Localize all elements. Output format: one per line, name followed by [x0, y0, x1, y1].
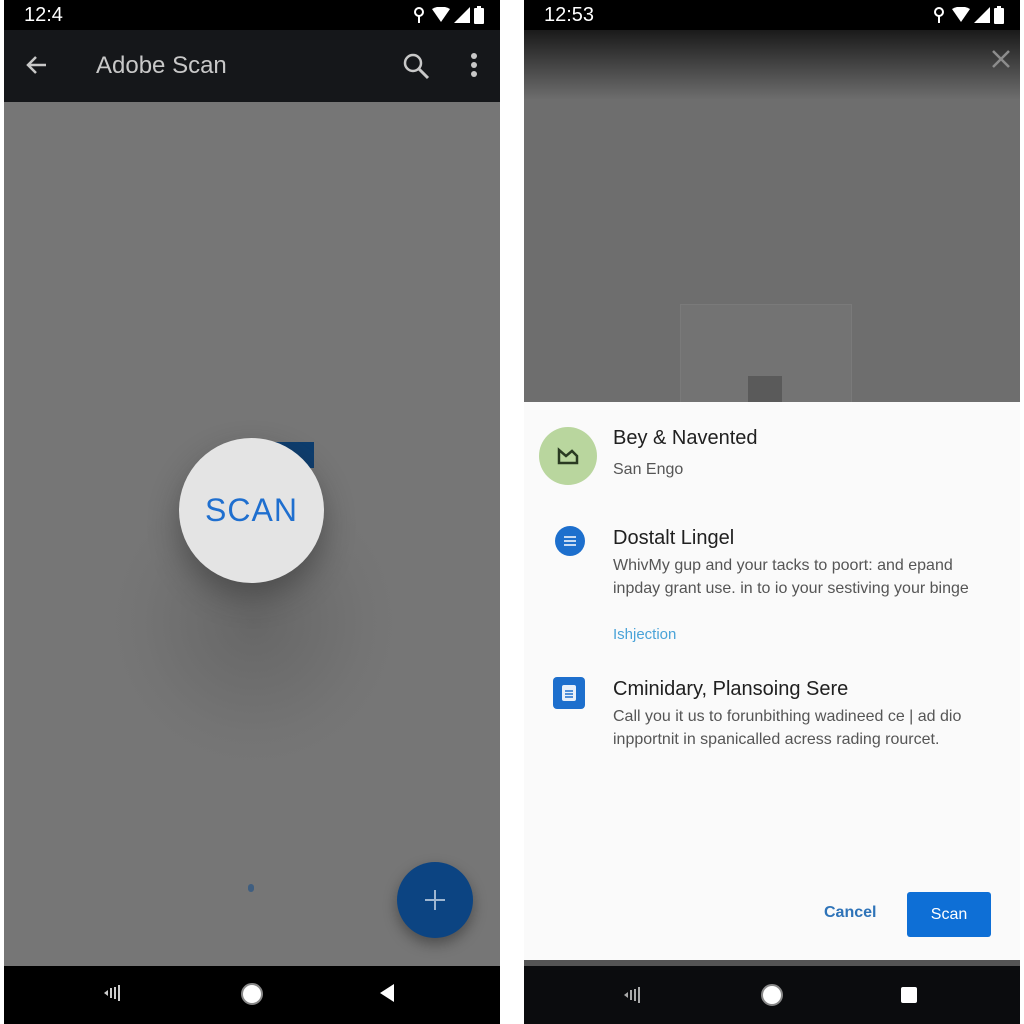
wifi-icon	[952, 7, 970, 22]
inbox-icon	[557, 447, 579, 465]
camera-preview-object	[748, 376, 782, 404]
status-time: 12:4	[24, 4, 63, 26]
status-icons	[930, 6, 1004, 24]
battery-icon	[474, 6, 484, 24]
add-fab-button[interactable]	[397, 862, 473, 938]
status-time: 12:53	[544, 4, 595, 26]
cancel-button[interactable]: Cancel	[824, 904, 876, 922]
hotspot-icon	[934, 7, 944, 23]
item-title: Bey & Navented	[613, 427, 758, 449]
scan-confirm-button[interactable]: Scan	[907, 892, 991, 937]
close-icon[interactable]	[990, 48, 1012, 70]
status-bar: 12:4	[4, 0, 500, 30]
signal-icon	[454, 7, 470, 23]
search-icon[interactable]	[402, 52, 430, 80]
nav-bar	[524, 966, 1020, 1024]
more-vert-icon[interactable]	[470, 52, 478, 78]
scan-confirm-label: Scan	[930, 905, 968, 923]
status-bar: 12:53	[524, 0, 1020, 30]
list-icon-circle	[555, 526, 585, 556]
item-body: Call you it us to forunbithing wadineed …	[613, 708, 962, 748]
item-body: WhivMy gup and your tacks to poort: and …	[613, 557, 969, 597]
avatar	[539, 427, 597, 485]
app-bar: Adobe Scan	[4, 30, 500, 102]
signal-icon	[974, 7, 990, 23]
status-icons	[410, 6, 484, 24]
bottom-sheet: Bey & Navented San Engo Dostalt Lingel W…	[524, 402, 1020, 960]
recents-signal-icon[interactable]	[622, 985, 642, 1005]
page-indicator-dot	[248, 884, 254, 892]
document-icon-square	[553, 677, 585, 709]
item-title: Dostalt Lingel	[613, 527, 735, 549]
item-link[interactable]: Ishjection	[613, 626, 676, 643]
nav-bar	[4, 966, 500, 1024]
scan-button-label: SCAN	[205, 492, 298, 528]
battery-icon	[994, 6, 1004, 24]
plus-icon	[425, 890, 445, 910]
main-content: SCAN	[4, 102, 500, 966]
sheet-item-account[interactable]: Bey & Navented San Engo	[524, 402, 1020, 502]
home-icon[interactable]	[240, 982, 264, 1006]
item-title: Cminidary, Plansoing Sere	[613, 678, 849, 700]
recents-signal-icon[interactable]	[102, 983, 122, 1003]
menu-lines-icon	[564, 536, 576, 546]
document-icon	[562, 685, 576, 701]
hotspot-icon	[414, 7, 424, 23]
overview-square-icon[interactable]	[900, 986, 918, 1004]
right-phone-screen: 12:53 Bey & Navented San Engo Dostalt Li…	[524, 0, 1020, 1024]
back-nav-icon[interactable]	[378, 983, 396, 1003]
home-icon[interactable]	[760, 983, 784, 1007]
left-phone-screen: 12:4 Adobe Scan SCAN	[4, 0, 500, 1024]
item-subtitle: San Engo	[613, 461, 684, 478]
wifi-icon	[432, 7, 450, 22]
app-title: Adobe Scan	[96, 52, 227, 79]
scan-button[interactable]: SCAN	[179, 438, 324, 583]
camera-preview-top	[524, 30, 1020, 100]
back-arrow-icon[interactable]	[24, 52, 50, 78]
